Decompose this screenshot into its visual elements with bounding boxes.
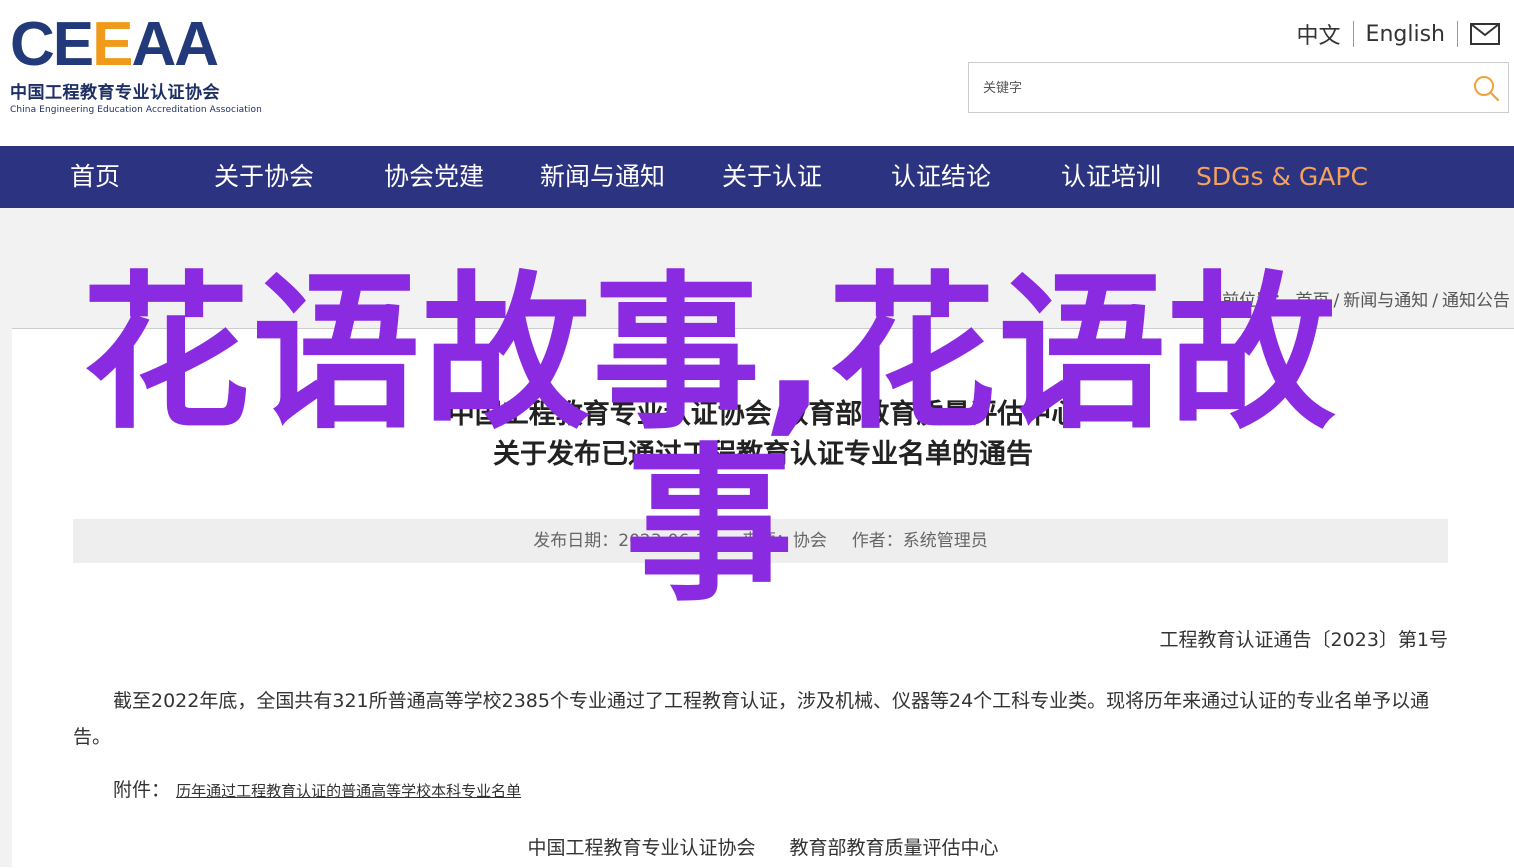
breadcrumb-separator: /: [1432, 291, 1438, 311]
lang-divider: [1457, 21, 1458, 47]
article-meta-bar: 发布日期：2023-06-30 来源：协会 作者：系统管理员: [73, 519, 1448, 563]
search-input[interactable]: [981, 63, 1465, 114]
nav-item-party[interactable]: 协会党建: [384, 146, 484, 208]
mail-icon[interactable]: [1470, 23, 1500, 45]
language-bar: 中文 English: [1297, 18, 1500, 50]
logo-name-cn: 中国工程教育专业认证协会: [10, 83, 220, 103]
author-label: 作者：: [851, 531, 903, 551]
logo-mark: CEEAA: [10, 14, 270, 76]
breadcrumb-separator: /: [1333, 291, 1340, 311]
breadcrumb-home[interactable]: 首页: [1296, 291, 1330, 311]
signature-center: 教育部教育质量评估中心: [789, 837, 999, 859]
nav-item-conclusions[interactable]: 认证结论: [891, 146, 991, 208]
publish-date-label: 发布日期：: [533, 531, 619, 551]
lang-zh-link[interactable]: 中文: [1297, 18, 1341, 50]
lang-en-link[interactable]: English: [1366, 22, 1445, 47]
logo-mark-main: CE: [10, 10, 94, 79]
nav-item-news[interactable]: 新闻与通知: [540, 146, 665, 208]
article-body: 截至2022年底，全国共有321所普通高等学校2385个专业通过了工程教育认证，…: [73, 690, 1430, 748]
nav-item-about[interactable]: 关于协会: [214, 146, 314, 208]
document-number: 工程教育认证通告〔2023〕第1号: [1159, 629, 1448, 651]
logo-name-en: China Engineering Education Accreditatio…: [10, 105, 262, 115]
main-nav: 首页 关于协会 协会党建 新闻与通知 关于认证 认证结论 认证培训 SDGs &…: [0, 146, 1514, 208]
nav-item-sdgs[interactable]: SDGs & GAPC: [1196, 146, 1368, 208]
breadcrumb-prefix: 当前位置：: [1205, 291, 1291, 311]
article-source: 来源：协会: [741, 531, 827, 551]
nav-item-home[interactable]: 首页: [70, 146, 120, 208]
breadcrumb-news[interactable]: 新闻与通知: [1343, 291, 1428, 311]
article-title-line-2: 关于发布已通过工程教育认证专业名单的通告: [493, 439, 1033, 470]
author-value: 系统管理员: [902, 531, 988, 551]
attachment: 附件： 历年通过工程教育认证的普通高等学校本科专业名单: [113, 775, 521, 802]
article-title-line-1: 中国工程教育专业认证协会 教育部教育质量评估中心: [447, 399, 1079, 430]
attachment-label: 附件：: [113, 779, 171, 801]
site-header: CEEAA 中国工程教育专业认证协会 China Engineering Edu…: [0, 0, 1514, 146]
attachment-link[interactable]: 历年通过工程教育认证的普通高等学校本科专业名单: [176, 782, 521, 800]
lang-divider: [1352, 21, 1354, 47]
search-icon[interactable]: [1472, 74, 1500, 102]
logo-mark-accent: E: [92, 10, 133, 79]
nav-item-training[interactable]: 认证培训: [1061, 146, 1161, 208]
article-title: 中国工程教育专业认证协会 教育部教育质量评估中心 关于发布已通过工程教育认证专业…: [12, 395, 1514, 475]
nav-item-about-accreditation[interactable]: 关于认证: [722, 146, 822, 208]
search-box: [968, 62, 1509, 114]
breadcrumb-notices[interactable]: 通知公告: [1442, 291, 1510, 311]
signature-association: 中国工程教育专业认证协会: [527, 837, 756, 859]
site-logo[interactable]: CEEAA 中国工程教育专业认证协会 China Engineering Edu…: [10, 14, 270, 116]
article: 中国工程教育专业认证协会 教育部教育质量评估中心 关于发布已通过工程教育认证专业…: [12, 328, 1514, 868]
publish-date-value: 2023-06-30: [618, 531, 718, 551]
breadcrumb: 当前位置： 首页 / 新闻与通知 / 通知公告: [1205, 286, 1510, 311]
logo-mark-tail: AA: [131, 10, 220, 79]
signature: 中国工程教育专业认证协会 教育部教育质量评估中心: [12, 833, 1514, 860]
